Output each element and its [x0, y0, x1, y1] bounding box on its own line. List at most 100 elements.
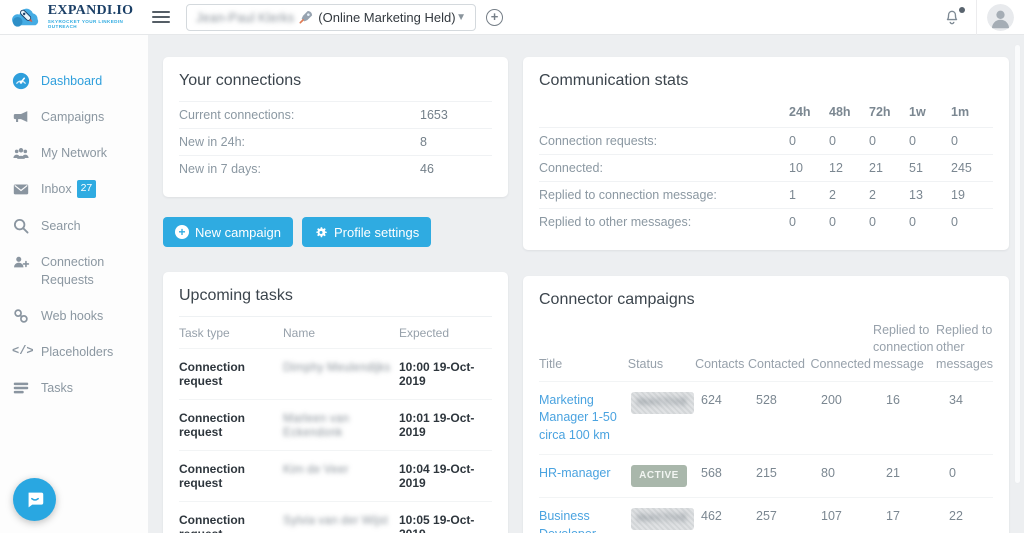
- code-icon: </>: [12, 343, 32, 361]
- stat-value: 21: [869, 161, 909, 175]
- campaign-replied-connection: 17: [886, 508, 949, 526]
- sidebar-item-web-hooks[interactable]: Web hooks: [0, 298, 148, 334]
- task-expected: 10:00 19-Oct-2019: [399, 360, 492, 388]
- sidebar-item-label: Dashboard: [41, 72, 102, 90]
- stat-value: 2: [829, 188, 869, 202]
- task-expected: 10:04 19-Oct-2019: [399, 462, 492, 490]
- avatar-person-icon: [987, 4, 1014, 31]
- sidebar-item-search[interactable]: Search: [0, 208, 148, 244]
- brand-logo[interactable]: EXPANDI.IO SKYROCKET YOUR LINKEDIN OUTRE…: [0, 4, 148, 30]
- new-campaign-button[interactable]: + New campaign: [163, 217, 293, 247]
- communication-stats-card: Communication stats 24h 48h 72h 1w 1m Co…: [523, 57, 1009, 250]
- campaign-contacts: 462: [701, 508, 756, 526]
- sidebar-item-placeholders[interactable]: </> Placeholders: [0, 334, 148, 370]
- stat-value: 10: [789, 161, 829, 175]
- task-row: Connection request Sylvia van der Wijst …: [179, 501, 492, 533]
- status-badge: INACTIVE: [631, 508, 694, 530]
- topbar-divider: [976, 0, 977, 35]
- stats-row: Replied to other messages: 0 0 0 0 0: [539, 208, 993, 235]
- campaigns-table-header: Title Status Contacts Contacted Connecte…: [539, 320, 993, 381]
- stat-value: 12: [829, 161, 869, 175]
- stat-value: 0: [909, 215, 951, 229]
- rocket-icon: [299, 10, 313, 24]
- account-selector[interactable]: Jean-Paul Klerks (Online Marketing Held)…: [186, 4, 476, 31]
- person-add-icon: [12, 253, 32, 271]
- your-connections-title: Your connections: [179, 72, 492, 90]
- campaign-row: Marketing Manager 1-50 circa 100 km INAC…: [539, 381, 993, 455]
- stat-value: 19: [951, 188, 993, 202]
- connections-row: Current connections: 1653: [179, 101, 492, 128]
- task-type: Connection request: [179, 462, 283, 490]
- megaphone-icon: [12, 108, 32, 126]
- tasks-table-header: Task type Name Expected: [179, 316, 492, 348]
- stats-row: Replied to connection message: 1 2 2 13 …: [539, 181, 993, 208]
- notification-dot: [959, 7, 965, 13]
- user-avatar[interactable]: [987, 4, 1014, 31]
- connections-row: New in 24h: 8: [179, 128, 492, 155]
- task-row: Connection request Dimphy Meulendijks 10…: [179, 348, 492, 399]
- col-72h: 72h: [869, 105, 909, 119]
- upcoming-tasks-title: Upcoming tasks: [179, 287, 492, 305]
- profile-settings-button[interactable]: Profile settings: [302, 217, 431, 247]
- sidebar-item-dashboard[interactable]: Dashboard: [0, 63, 148, 99]
- stat-label: Replied to other messages:: [539, 215, 789, 229]
- campaign-replied-connection: 21: [886, 465, 949, 483]
- notifications-bell-icon[interactable]: [928, 5, 976, 30]
- campaign-replied-connection: 16: [886, 392, 949, 410]
- sidebar-item-label: Connection Requests: [41, 253, 138, 289]
- sidebar-item-connection-requests[interactable]: Connection Requests: [0, 244, 148, 298]
- campaign-title-link[interactable]: Marketing Manager 1-50 circa 100 km: [539, 392, 631, 445]
- sidebar-item-campaigns[interactable]: Campaigns: [0, 99, 148, 135]
- menu-hamburger-icon[interactable]: [152, 8, 170, 26]
- sidebar-item-tasks[interactable]: Tasks: [0, 370, 148, 406]
- campaign-replied-other: 22: [949, 508, 993, 526]
- col-24h: 24h: [789, 105, 829, 119]
- col-contacted: Contacted: [748, 356, 811, 373]
- sidebar-item-label: Campaigns: [41, 108, 104, 126]
- col-connected: Connected: [811, 356, 874, 373]
- search-icon: [12, 217, 32, 235]
- chat-widget-button[interactable]: [13, 478, 56, 521]
- sidebar-item-label: Placeholders: [41, 343, 113, 361]
- row-label: New in 24h:: [179, 135, 420, 149]
- stat-label: Connected:: [539, 161, 789, 175]
- plus-circle-icon: +: [175, 225, 189, 239]
- task-type: Connection request: [179, 360, 283, 388]
- upcoming-tasks-card: Upcoming tasks Task type Name Expected C…: [163, 272, 508, 533]
- chain-links-icon: [12, 307, 32, 325]
- task-name: Kim de Veer: [283, 462, 399, 476]
- campaign-connected: 80: [821, 465, 886, 483]
- row-label: Current connections:: [179, 108, 420, 122]
- account-campaign-label: (Online Marketing Held): [318, 10, 455, 25]
- connections-row: New in 7 days: 46: [179, 155, 492, 182]
- main-content: Your connections Current connections: 16…: [148, 35, 1024, 533]
- profile-settings-label: Profile settings: [334, 225, 419, 240]
- campaign-contacted: 528: [756, 392, 821, 410]
- sidebar-item-my-network[interactable]: My Network: [0, 135, 148, 171]
- stat-value: 0: [951, 134, 993, 148]
- task-name: Marleen van Eckendonk: [283, 411, 399, 439]
- task-list-icon: [12, 379, 32, 397]
- sidebar-item-inbox[interactable]: Inbox 27: [0, 171, 148, 207]
- task-type: Connection request: [179, 411, 283, 439]
- status-badge: INACTIVE: [631, 392, 694, 414]
- col-expected: Expected: [399, 326, 492, 340]
- stats-row: Connection requests: 0 0 0 0 0: [539, 127, 993, 154]
- gear-icon: [314, 225, 328, 239]
- stat-value: 0: [869, 215, 909, 229]
- envelope-icon: [12, 180, 32, 198]
- campaign-title-link[interactable]: HR-manager: [539, 465, 631, 483]
- stat-value: 0: [829, 215, 869, 229]
- sidebar-item-label: Tasks: [41, 379, 73, 397]
- chat-bubble-icon: [24, 489, 46, 511]
- campaign-title-link[interactable]: Business Developer: [539, 508, 631, 533]
- campaign-replied-other: 0: [949, 465, 993, 483]
- stat-value: 0: [951, 215, 993, 229]
- add-account-button[interactable]: +: [486, 9, 503, 26]
- stat-label: Replied to connection message:: [539, 188, 789, 202]
- col-replied-other: Replied to other messages: [936, 322, 993, 373]
- page-scrollbar[interactable]: [1014, 44, 1021, 484]
- stat-value: 51: [909, 161, 951, 175]
- campaign-contacted: 215: [756, 465, 821, 483]
- your-connections-card: Your connections Current connections: 16…: [163, 57, 508, 197]
